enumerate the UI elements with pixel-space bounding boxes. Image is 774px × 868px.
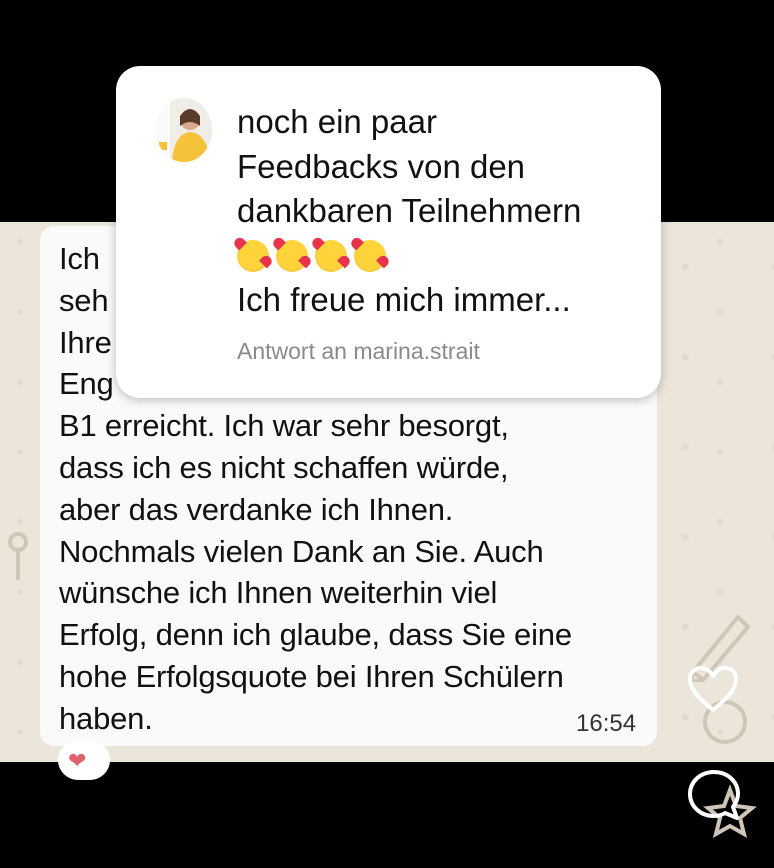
reply-line: noch ein paar [237,103,437,140]
message-timestamp: 16:54 [576,710,637,737]
avatar-image [156,98,212,162]
message-line: wünsche ich Ihnen weiterhin viel [59,575,498,611]
heart-outline-icon[interactable] [686,664,740,714]
doodle-flower-icon [8,532,28,580]
message-line: dass ich es nicht schaffen würde, [59,449,509,485]
message-line: hohe Erfolgsquote bei Ihren Schülern [59,658,564,694]
reply-text: noch ein paar Feedbacks von den dankbare… [237,100,657,322]
smiling-face-with-hearts-icon [237,239,269,272]
reply-preview: Ich freue mich immer... [237,280,571,318]
reply-line: Feedbacks von den [237,147,526,185]
heart-reaction-icon: ❤ [68,748,87,773]
reply-subtitle: Antwort an marina.strait [237,338,480,364]
avatar [156,98,212,162]
message-line: Erfolg, denn ich glaube, dass Sie eine [59,617,572,653]
reply-line: dankbaren Teilnehmern [237,192,582,229]
message-line: Nochmals vielen Dank an Sie. Auch [59,533,544,569]
message-line: B1 erreicht. Ich war sehr besorgt, [59,408,509,444]
smiling-face-with-hearts-icon [276,239,308,272]
message-reaction[interactable]: ❤ [58,740,110,780]
comment-bubble-icon[interactable] [686,768,742,822]
smiling-face-with-hearts-icon [354,239,386,272]
emoji-row [237,234,657,278]
message-line: aber das verdanke ich Ihnen. [59,491,454,527]
smiling-face-with-hearts-icon [315,239,347,272]
message-line: haben. [59,700,153,736]
